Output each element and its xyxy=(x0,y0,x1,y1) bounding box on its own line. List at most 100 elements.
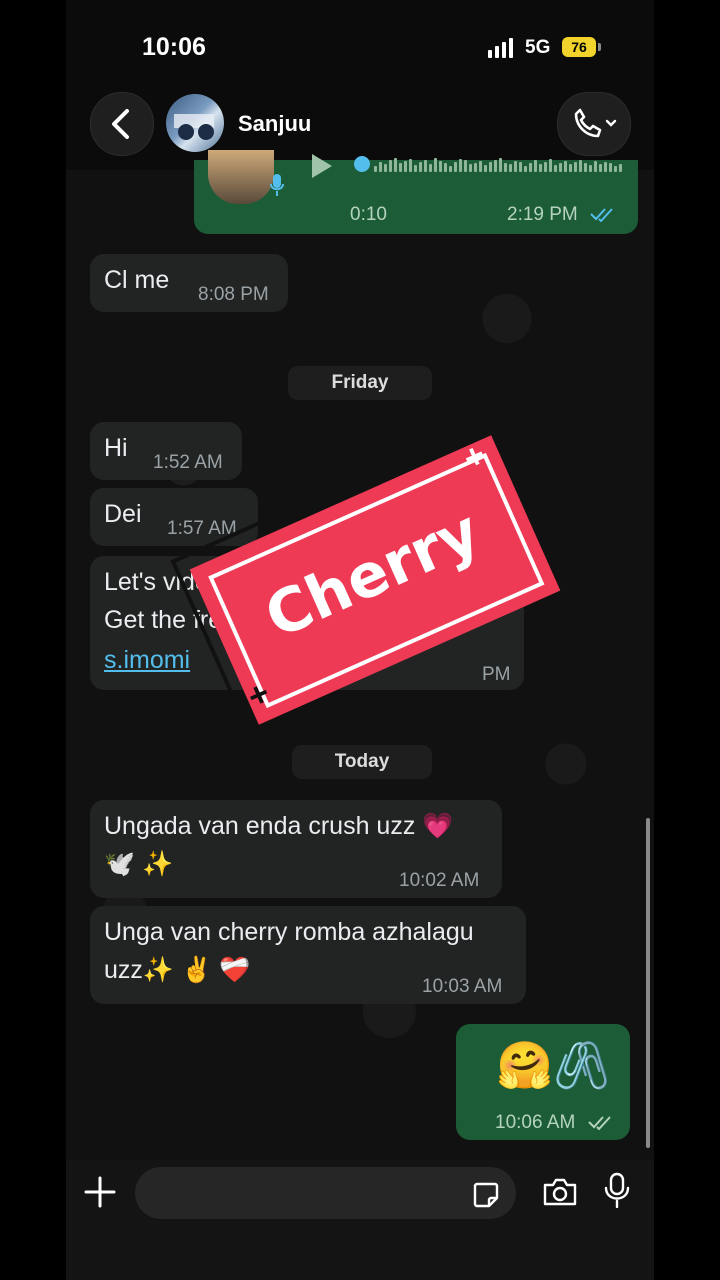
waveform-bar xyxy=(509,164,512,172)
waveform-bar xyxy=(454,162,457,172)
voice-message-bubble[interactable]: 0:10 2:19 PM xyxy=(194,150,638,234)
message-time: 1:52 AM xyxy=(153,452,223,473)
waveform-bar xyxy=(429,164,432,172)
message-text: Ungada van enda crush uzz 💗 xyxy=(104,812,454,840)
message-time: 10:06 AM xyxy=(495,1112,576,1133)
waveform-bar xyxy=(619,164,622,172)
waveform-bar xyxy=(559,163,562,172)
waveform-bar xyxy=(584,163,587,172)
date-separator: Friday xyxy=(288,366,432,400)
message-input[interactable] xyxy=(153,1177,457,1209)
message-time: 8:08 PM xyxy=(198,284,269,305)
waveform-bar xyxy=(564,161,567,172)
scrollbar[interactable] xyxy=(646,818,650,1148)
waveform-bar xyxy=(384,164,387,172)
waveform-bar xyxy=(569,164,572,172)
waveform-bar xyxy=(479,161,482,172)
waveform-bar xyxy=(549,159,552,172)
chat-header: Sanjuu xyxy=(66,90,654,160)
waveform-bar xyxy=(409,159,412,172)
waveform-bar xyxy=(589,165,592,172)
message-bubble[interactable]: Unga van cherry romba azhalagu uzz✨ ✌️ ❤… xyxy=(90,906,526,1004)
message-bubble[interactable]: Cl me 8:08 PM xyxy=(90,254,288,312)
waveform-bar xyxy=(374,166,377,172)
waveform-bar xyxy=(449,166,452,172)
play-icon[interactable] xyxy=(312,154,332,178)
call-button[interactable] xyxy=(557,92,631,156)
chevron-left-icon xyxy=(112,109,129,139)
waveform-bar xyxy=(534,160,537,172)
waveform-bar xyxy=(424,160,427,172)
microphone-icon[interactable] xyxy=(604,1172,630,1208)
waveform-bar xyxy=(524,166,527,172)
waveform-bar xyxy=(399,163,402,172)
network-label: 5G xyxy=(525,37,551,58)
message-text: Dei xyxy=(104,500,142,528)
sticker-icon[interactable] xyxy=(472,1181,500,1209)
waveform-bar xyxy=(394,158,397,172)
waveform-bar xyxy=(504,163,507,172)
waveform-scrubber[interactable] xyxy=(354,156,370,172)
message-text: Cl me xyxy=(104,266,170,294)
waveform-bar xyxy=(459,159,462,172)
message-text: 🕊️ ✨ xyxy=(104,850,174,878)
status-bar: 10:06 5G 76 xyxy=(66,0,654,90)
waveform-bar xyxy=(614,166,617,172)
waveform-bar xyxy=(469,164,472,172)
contact-name[interactable]: Sanjuu xyxy=(238,111,311,137)
mic-icon xyxy=(270,174,284,196)
message-bubble[interactable]: Hi 1:52 AM xyxy=(90,422,242,480)
delivered-ticks-icon xyxy=(588,1116,611,1130)
message-input-bar xyxy=(66,1160,654,1280)
message-text: 🤗🖇️ xyxy=(496,1039,611,1091)
waveform-bar xyxy=(529,163,532,172)
camera-icon[interactable] xyxy=(542,1176,578,1208)
back-button[interactable] xyxy=(90,92,154,156)
message-link[interactable]: s.imomi xyxy=(104,646,190,675)
message-time: PM xyxy=(482,664,511,685)
waveform-bar xyxy=(544,162,547,172)
battery-icon: 76 xyxy=(562,37,596,57)
waveform-bar xyxy=(439,161,442,172)
waveform-bar xyxy=(489,162,492,172)
waveform-bar xyxy=(379,162,382,172)
message-text: uzz✨ ✌️ ❤️‍🩹 xyxy=(104,956,251,984)
waveform-bar xyxy=(414,165,417,172)
waveform-bar xyxy=(514,161,517,172)
waveform-bar xyxy=(444,163,447,172)
message-input-field[interactable] xyxy=(135,1167,516,1219)
waveform-bar xyxy=(539,164,542,172)
waveform-bar xyxy=(499,158,502,172)
message-time: 10:03 AM xyxy=(422,976,503,997)
message-bubble[interactable]: Ungada van enda crush uzz 💗 🕊️ ✨ 10:02 A… xyxy=(90,800,502,898)
waveform-bar xyxy=(494,160,497,172)
phone-icon xyxy=(574,108,617,138)
waveform-bar xyxy=(404,161,407,172)
message-time: 2:19 PM xyxy=(507,204,578,225)
waveform-bar xyxy=(519,162,522,172)
signal-icon xyxy=(488,38,518,58)
waveform-bar xyxy=(579,160,582,172)
waveform-bar xyxy=(484,165,487,172)
waveform-bar xyxy=(594,161,597,172)
attach-plus-icon[interactable] xyxy=(84,1176,116,1208)
waveform-bar xyxy=(419,162,422,172)
message-text: Unga van cherry romba azhalagu xyxy=(104,918,474,946)
status-time: 10:06 xyxy=(142,33,206,61)
waveform-bar xyxy=(474,163,477,172)
waveform-bar xyxy=(434,158,437,172)
message-time: 10:02 AM xyxy=(399,870,480,891)
voice-sender-avatar xyxy=(208,150,274,204)
message-bubble-outgoing[interactable]: 🤗🖇️ 10:06 AM xyxy=(456,1024,630,1140)
waveform-bar xyxy=(599,164,602,172)
waveform-bar xyxy=(574,162,577,172)
message-text: Hi xyxy=(104,434,128,462)
date-separator: Today xyxy=(292,745,432,779)
voice-waveform[interactable] xyxy=(354,158,622,172)
chat-screen: 10:06 5G 76 Sanjuu 0:10 2:19 PM Cl me 8:… xyxy=(66,0,654,1280)
waveform-bar xyxy=(389,160,392,172)
waveform-bar xyxy=(464,160,467,172)
battery-tip xyxy=(598,43,601,51)
waveform-bar xyxy=(554,165,557,172)
contact-avatar[interactable] xyxy=(166,94,224,152)
